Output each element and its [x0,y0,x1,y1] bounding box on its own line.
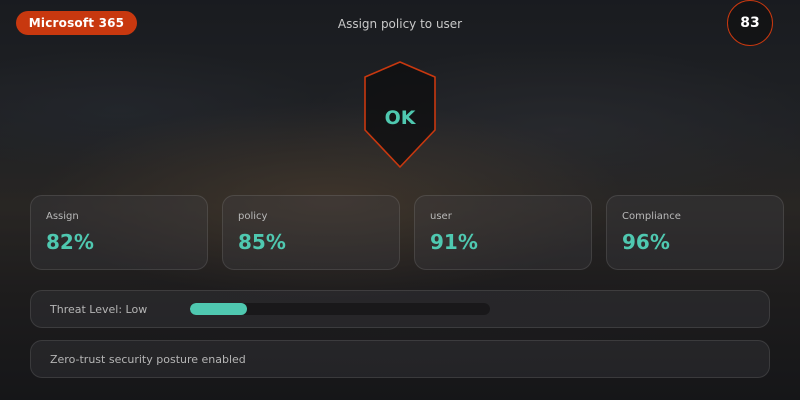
security-score-badge: 83 [727,0,773,46]
metric-card-policy: policy 85% [222,195,400,270]
status-message-row: Zero-trust security posture enabled [30,340,770,378]
threat-level-label: Threat Level: Low [50,303,148,316]
metric-label: policy [238,211,268,222]
page-title: Assign policy to user [337,17,463,31]
metric-card-user: user 91% [414,195,592,270]
metric-label: Assign [46,211,79,222]
threat-level-row: Threat Level: Low [30,290,770,328]
shield-status-label: OK [384,107,416,129]
metric-label: user [430,211,452,222]
status-message: Zero-trust security posture enabled [50,353,246,366]
metric-card-compliance: Compliance 96% [606,195,784,270]
metric-label: Compliance [622,211,681,222]
metric-card-assign: Assign 82% [30,195,208,270]
metric-value: 85% [238,230,286,254]
metric-value: 96% [622,230,670,254]
threat-level-bar [190,303,490,315]
status-shield: OK [360,60,440,170]
metric-value: 91% [430,230,478,254]
metric-value: 82% [46,230,94,254]
threat-level-fill [190,303,247,315]
